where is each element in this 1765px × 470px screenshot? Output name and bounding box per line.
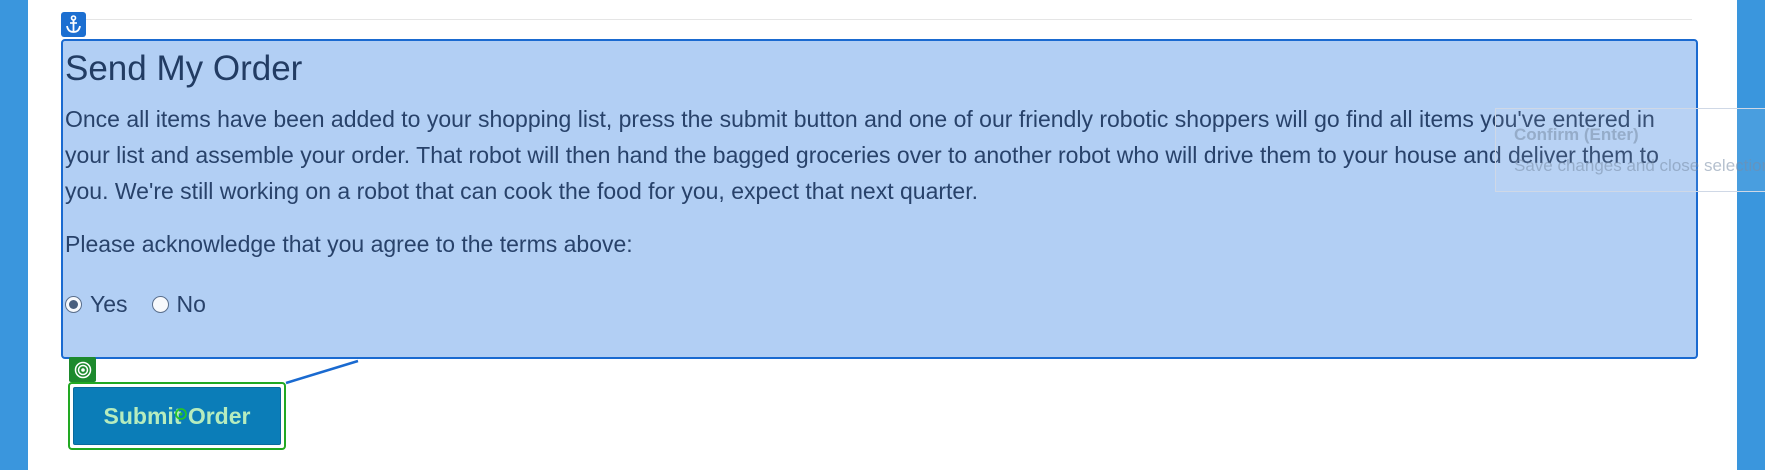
target-badge bbox=[69, 357, 96, 382]
target-icon bbox=[74, 361, 91, 378]
move-cursor-icon bbox=[175, 408, 187, 420]
submit-order-button[interactable]: Submit Order bbox=[73, 387, 281, 445]
submit-target-frame: Submit Order bbox=[68, 382, 286, 450]
